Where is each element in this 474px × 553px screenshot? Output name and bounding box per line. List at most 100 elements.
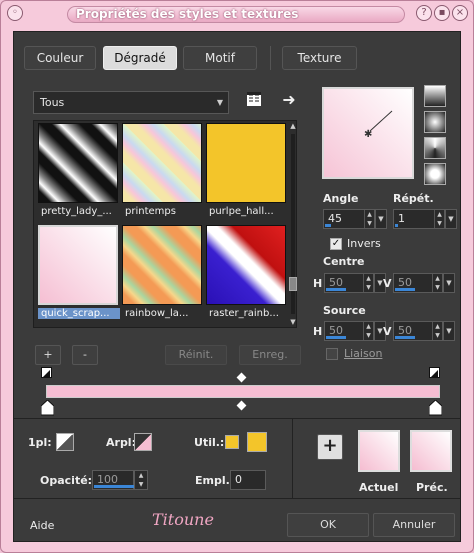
add-color-button[interactable]: + — [317, 434, 343, 460]
gradient-bar[interactable] — [46, 385, 440, 398]
linear-style-button[interactable] — [424, 85, 446, 107]
center-h-spinner[interactable]: 50 ▲ ▼ — [324, 273, 374, 293]
repeat-spinner[interactable]: 1 ▲ ▼ — [393, 209, 445, 229]
source-v-bar — [395, 336, 415, 339]
source-h-spinner[interactable]: 50 ▲ ▼ — [324, 321, 374, 341]
gradient-preview[interactable]: ✱ — [322, 87, 414, 179]
angle-spinner[interactable]: 45 ▲ ▼ — [323, 209, 375, 229]
radial-style-button[interactable] — [424, 163, 446, 185]
title-bar[interactable]: ◦ Propriétés des styles et textures ? ▪ … — [1, 1, 473, 27]
source-v-dropdown[interactable]: ▼ — [443, 321, 455, 341]
window-menu-icon[interactable]: ◦ — [7, 5, 23, 21]
gallery-item[interactable]: raster_rainb... — [206, 225, 288, 325]
reset-button[interactable]: Réinit. — [165, 345, 227, 365]
spinner-arrows-icon[interactable]: ▲ ▼ — [364, 210, 374, 228]
tab-degrade[interactable]: Dégradé — [103, 46, 177, 70]
placement-value: 0 — [235, 473, 242, 486]
gallery-item-label: quick_scrap... — [38, 308, 120, 319]
center-v-label: V — [383, 277, 392, 290]
gallery-item[interactable]: quick_scrap... — [38, 225, 120, 325]
current-label: Actuel — [359, 481, 399, 494]
spinner-arrows-icon[interactable]: ▲ ▼ — [363, 322, 373, 340]
remove-gradient-button[interactable]: - — [72, 345, 98, 365]
gallery-item-label: purlpe_hall... — [209, 206, 274, 217]
top-stop-marker-right[interactable] — [429, 367, 440, 378]
tab-separator — [270, 46, 271, 70]
save-button[interactable]: Enreg. — [239, 345, 301, 365]
center-v-dropdown[interactable]: ▼ — [443, 273, 455, 293]
close-icon[interactable]: × — [452, 5, 468, 21]
watermark-signature: Titoune — [152, 510, 214, 529]
arrow-right-icon[interactable]: ➜ — [279, 90, 299, 110]
chevron-down-icon: ▼ — [378, 215, 384, 223]
gallery-swatch — [122, 123, 202, 203]
bottom-stop-marker-right[interactable] — [428, 399, 443, 419]
gallery-item[interactable]: purlpe_hall... — [206, 123, 288, 223]
help-icon[interactable]: ? — [416, 5, 432, 21]
invert-label: Invers — [347, 237, 381, 250]
sunburst-style-button[interactable] — [424, 137, 446, 159]
previous-swatch[interactable] — [410, 430, 452, 472]
category-select-value: Tous — [40, 96, 65, 109]
bottom-stop-marker-left[interactable] — [40, 399, 55, 419]
angle-dropdown[interactable]: ▼ — [375, 209, 387, 229]
gallery-item[interactable]: pretty_lady_... — [38, 123, 120, 223]
rollup-icon[interactable]: ▪ — [434, 5, 450, 21]
help-link[interactable]: Aide — [30, 519, 54, 532]
gallery-item-label: pretty_lady_... — [41, 206, 112, 217]
placement-label: Empl.: — [195, 474, 235, 487]
spinner-arrows-icon[interactable]: ▲ ▼ — [432, 322, 442, 340]
gallery-item[interactable]: printemps — [122, 123, 204, 223]
scroll-up-icon[interactable]: ▲ — [288, 122, 298, 130]
scroll-down-icon[interactable]: ▼ — [288, 318, 298, 326]
background-plane-swatch[interactable] — [134, 433, 152, 451]
bottom-midpoint-diamond[interactable] — [236, 400, 247, 411]
ok-button[interactable]: OK — [287, 513, 369, 537]
gallery-scrollbar[interactable]: ▲ ▼ — [288, 122, 298, 326]
tab-texture[interactable]: Texture — [282, 46, 357, 70]
placement-field[interactable]: 0 — [230, 470, 266, 490]
used-colors-label: Util.: — [194, 436, 225, 449]
top-midpoint-diamond[interactable] — [236, 372, 247, 383]
opacity-bar — [94, 485, 134, 488]
tab-couleur[interactable]: Couleur — [24, 46, 96, 70]
cancel-button[interactable]: Annuler — [373, 513, 455, 537]
spinner-arrows-icon[interactable]: ▲ ▼ — [363, 274, 373, 292]
source-v-label: V — [383, 325, 392, 338]
used-color-swatch[interactable] — [247, 432, 267, 452]
first-plane-swatch[interactable] — [56, 433, 74, 451]
spinner-arrows-icon[interactable]: ▲ ▼ — [432, 274, 442, 292]
spinner-arrows-icon[interactable]: ▲ ▼ — [434, 210, 444, 228]
repeat-dropdown[interactable]: ▼ — [445, 209, 457, 229]
center-label: Centre — [323, 255, 365, 268]
chevron-down-icon: ▼ — [216, 98, 223, 107]
link-label: Liaison — [344, 347, 383, 360]
link-checkbox[interactable] — [326, 348, 338, 360]
tab-motif[interactable]: Motif — [183, 46, 257, 70]
repeat-value: 1 — [398, 212, 405, 225]
add-gradient-button[interactable]: + — [35, 345, 61, 365]
gallery-item[interactable]: rainbow_la... — [122, 225, 204, 325]
first-plane-label: 1pl: — [28, 436, 52, 449]
gallery-item-label: raster_rainb... — [209, 308, 279, 319]
center-v-spinner[interactable]: 50 ▲ ▼ — [393, 273, 443, 293]
gallery-swatch — [38, 123, 118, 203]
used-color-swatch[interactable] — [225, 435, 239, 449]
top-stop-marker-left[interactable] — [41, 367, 52, 378]
category-select[interactable]: Tous ▼ — [33, 91, 229, 114]
opacity-dropdown[interactable]: ▲ ▼ — [134, 470, 148, 490]
source-v-spinner[interactable]: 50 ▲ ▼ — [393, 321, 443, 341]
angle-label: Angle — [323, 192, 359, 205]
invert-checkbox[interactable]: ✓ — [330, 238, 342, 250]
opacity-label: Opacité: — [40, 474, 93, 487]
opacity-spinner[interactable]: 100 — [92, 470, 134, 490]
rectangular-style-button[interactable] — [424, 111, 446, 133]
chevron-down-icon: ▼ — [448, 215, 454, 223]
source-h-label: H — [313, 325, 323, 338]
spinner-arrows-icon[interactable]: ▲ ▼ — [135, 471, 147, 489]
resources-icon[interactable] — [244, 90, 264, 110]
current-swatch[interactable] — [358, 430, 400, 472]
scroll-thumb[interactable] — [289, 277, 297, 291]
gallery-swatch — [206, 123, 286, 203]
svg-text:✱: ✱ — [364, 129, 372, 140]
